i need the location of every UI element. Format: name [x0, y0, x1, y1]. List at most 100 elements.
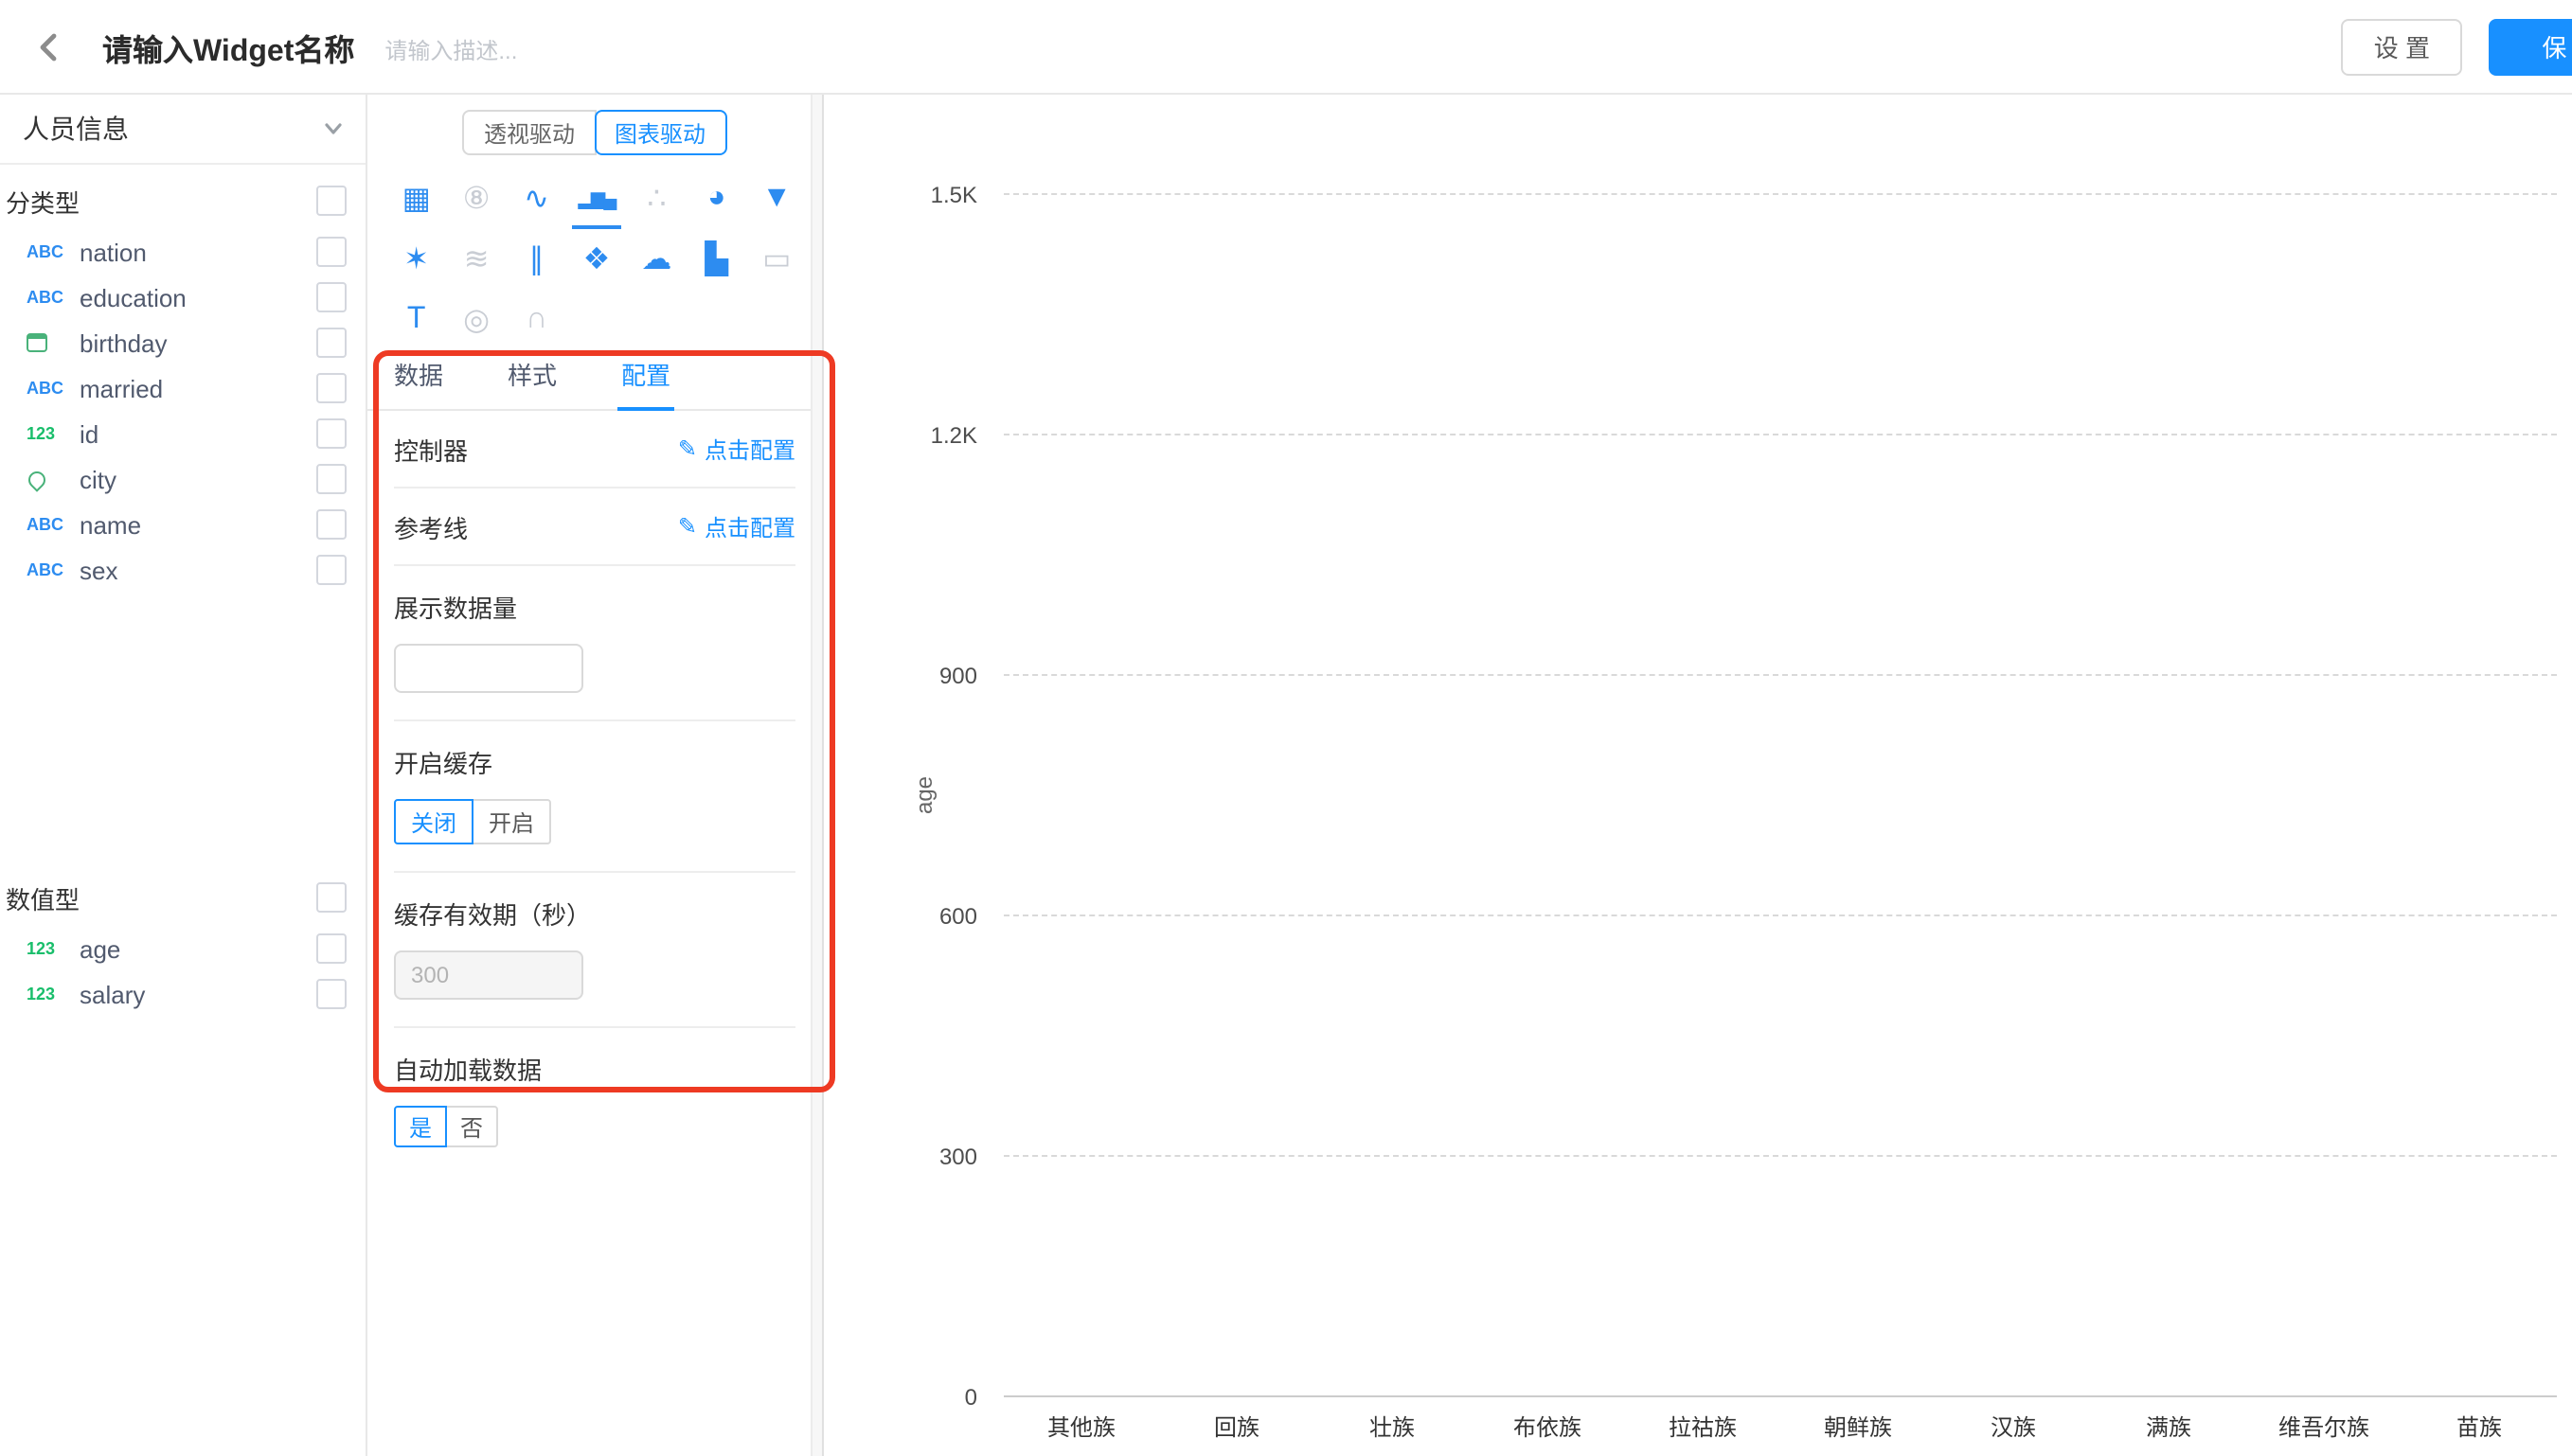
- tab-style[interactable]: 样式: [504, 356, 561, 409]
- field-checkbox-salary[interactable]: [316, 979, 347, 1009]
- field-row-age[interactable]: 123age: [0, 926, 366, 971]
- settings-button[interactable]: 设 置: [2342, 18, 2462, 75]
- view-selector[interactable]: 人员信息: [0, 95, 366, 165]
- chart-type-radar-icon[interactable]: ✶: [386, 235, 446, 284]
- reference-line-label: 参考线: [394, 508, 468, 544]
- x-tick-label: 朝鲜族: [1780, 1411, 1936, 1443]
- field-row-nation[interactable]: ABCnation: [0, 229, 366, 275]
- numeric-select-all-checkbox[interactable]: [316, 882, 347, 913]
- field-checkbox-education[interactable]: [316, 282, 347, 312]
- cache-expire-section: 缓存有效期（秒）: [394, 873, 795, 1028]
- field-checkbox-sex[interactable]: [316, 555, 347, 585]
- cache-off-button[interactable]: 关闭: [394, 799, 473, 844]
- field-checkbox-birthday[interactable]: [316, 328, 347, 358]
- field-type-123-icon: 123: [27, 939, 76, 958]
- panel-tabs: 数据 样式 配置: [367, 356, 822, 411]
- y-axis-title: age: [911, 776, 938, 814]
- numeric-field-list: 123age123salary: [0, 926, 366, 1017]
- chart-type-table-icon[interactable]: ▦: [386, 174, 446, 223]
- field-type-date-icon: [27, 333, 76, 352]
- field-row-city[interactable]: city: [0, 456, 366, 502]
- config-body: 控制器 ✎ 点击配置 参考线 ✎ 点击配置 展示数据量: [367, 411, 822, 1174]
- chart-type-wordcloud-icon[interactable]: ☁: [627, 235, 687, 284]
- reference-line-configure-link[interactable]: ✎ 点击配置: [678, 510, 795, 542]
- tab-config[interactable]: 配置: [617, 356, 674, 411]
- autoload-label: 自动加载数据: [394, 1051, 795, 1087]
- chart-type-line-icon[interactable]: ∿: [507, 174, 566, 223]
- field-row-salary[interactable]: 123salary: [0, 971, 366, 1017]
- field-name: education: [80, 283, 316, 311]
- field-checkbox-city[interactable]: [316, 464, 347, 494]
- chart-type-scorecard-icon[interactable]: ⑧: [446, 174, 506, 223]
- chart-type-scatter-icon[interactable]: ∴: [627, 174, 687, 223]
- field-name: married: [80, 374, 316, 402]
- display-count-input[interactable]: [394, 644, 583, 693]
- chart-type-waterfall-icon[interactable]: ▙: [687, 235, 746, 284]
- chart-type-sankey-icon[interactable]: ≋: [446, 235, 506, 284]
- cache-on-button[interactable]: 开启: [472, 799, 551, 844]
- chart-type-iframe-icon[interactable]: ▭: [747, 235, 807, 284]
- field-checkbox-id[interactable]: [316, 418, 347, 449]
- field-name: birthday: [80, 328, 316, 357]
- field-name: age: [80, 934, 316, 963]
- numeric-section-label: 数值型: [6, 879, 80, 915]
- field-row-education[interactable]: ABCeducation: [0, 275, 366, 320]
- header: 请输入Widget名称 请输入描述... 设 置 保 存: [0, 0, 2572, 95]
- back-button[interactable]: [27, 24, 72, 69]
- y-tick-label: 0: [848, 1384, 977, 1411]
- cache-expire-input[interactable]: [394, 950, 583, 1000]
- field-name: city: [80, 465, 316, 493]
- field-name: salary: [80, 980, 316, 1008]
- drive-mode-toggle: 透视驱动图表驱动: [367, 110, 822, 155]
- y-tick-label: 300: [848, 1144, 977, 1170]
- cache-expire-label: 缓存有效期（秒）: [394, 896, 795, 932]
- chart-type-dial-icon[interactable]: ∩: [507, 295, 566, 345]
- field-checkbox-age[interactable]: [316, 933, 347, 964]
- display-count-section: 展示数据量: [394, 566, 795, 721]
- field-type-ABC-icon: ABC: [27, 515, 76, 534]
- y-tick-label: 900: [848, 663, 977, 689]
- x-tick-label: 布依族: [1470, 1411, 1625, 1443]
- chart-type-funnel-icon[interactable]: ▼: [747, 174, 807, 223]
- field-row-id[interactable]: 123id: [0, 411, 366, 456]
- autoload-no-button[interactable]: 否: [445, 1106, 498, 1147]
- chart-type-parallel-icon[interactable]: ∥: [507, 235, 566, 284]
- x-tick-label: 壮族: [1314, 1411, 1470, 1443]
- tab-data[interactable]: 数据: [390, 356, 447, 409]
- autoload-yes-button[interactable]: 是: [394, 1106, 447, 1147]
- field-checkbox-name[interactable]: [316, 509, 347, 540]
- field-row-birthday[interactable]: birthday: [0, 320, 366, 365]
- field-type-ABC-icon: ABC: [27, 379, 76, 398]
- widget-name-input[interactable]: 请输入Widget名称: [102, 24, 354, 69]
- chart-type-bar-icon[interactable]: ▂▆▄: [566, 174, 626, 223]
- field-type-ABC-icon: ABC: [27, 288, 76, 307]
- field-sidebar: 人员信息 分类型 ABCnationABCeducationbirthdayAB…: [0, 95, 367, 1456]
- pivot-drive-button[interactable]: 透视驱动: [463, 110, 596, 155]
- save-button[interactable]: 保 存: [2489, 18, 2572, 75]
- field-checkbox-nation[interactable]: [316, 237, 347, 267]
- field-row-married[interactable]: ABCmarried: [0, 365, 366, 411]
- config-panel: 透视驱动图表驱动 ▦⑧∿▂▆▄∴◕▼ ✶≋∥❖☁▙▭ T◎∩ 数据 样式 配置 控制器 …: [367, 95, 824, 1456]
- chart-type-gauge-icon[interactable]: ◎: [446, 295, 506, 345]
- y-tick-label: 1.2K: [848, 422, 977, 449]
- chevron-left-icon: [34, 31, 64, 62]
- controller-configure-link[interactable]: ✎ 点击配置: [678, 433, 795, 465]
- chart-type-map-icon[interactable]: ❖: [566, 235, 626, 284]
- x-tick-label: 回族: [1159, 1411, 1314, 1443]
- widget-description-input[interactable]: 请输入描述...: [384, 34, 517, 66]
- field-type-123-icon: 123: [27, 985, 76, 1003]
- category-field-list: ABCnationABCeducationbirthdayABCmarried1…: [0, 229, 366, 593]
- chart-type-pie-icon[interactable]: ◕: [687, 174, 746, 223]
- field-checkbox-married[interactable]: [316, 373, 347, 403]
- x-tick-label: 其他族: [1004, 1411, 1159, 1443]
- controller-row: 控制器 ✎ 点击配置: [394, 411, 795, 488]
- controller-label: 控制器: [394, 431, 468, 467]
- chart-drive-button[interactable]: 图表驱动: [594, 110, 726, 155]
- field-row-name[interactable]: ABCname: [0, 502, 366, 547]
- chart-type-text-icon[interactable]: T: [386, 295, 446, 345]
- autoload-section: 自动加载数据 是否: [394, 1028, 795, 1174]
- category-select-all-checkbox[interactable]: [316, 186, 347, 216]
- cache-toggle-group: 关闭开启: [394, 799, 795, 844]
- chevron-down-icon: [324, 119, 343, 138]
- field-row-sex[interactable]: ABCsex: [0, 547, 366, 593]
